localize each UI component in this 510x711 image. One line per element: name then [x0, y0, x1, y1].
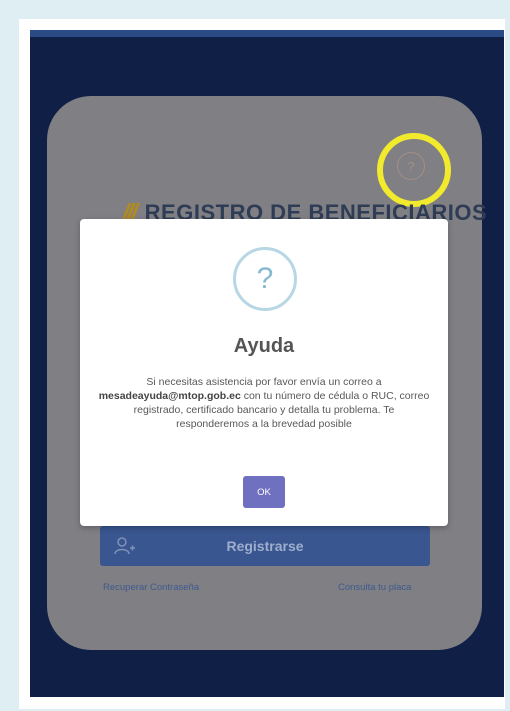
plate-lookup-link[interactable]: Consulta tu placa — [338, 582, 411, 593]
dialog-message: Si necesitas asistencia por favor envía … — [98, 375, 430, 431]
ok-label: OK — [257, 486, 271, 498]
add-user-icon — [114, 537, 135, 555]
dialog-title: Ayuda — [233, 335, 295, 357]
recover-password-link[interactable]: Recuperar Contraseña — [103, 582, 199, 593]
message-prefix: Si necesitas asistencia por favor envía … — [146, 376, 382, 388]
register-label: Registrarse — [226, 538, 304, 554]
help-dialog: ? Ayuda Si necesitas asistencia por favo… — [80, 219, 448, 526]
highlight-circle — [377, 133, 451, 207]
support-email: mesadeayuda@mtop.gob.ec — [98, 390, 241, 402]
ok-button[interactable]: OK — [243, 476, 285, 508]
question-icon: ? — [233, 247, 297, 311]
register-button[interactable]: Registrarse — [100, 526, 430, 566]
question-glyph: ? — [256, 262, 274, 295]
